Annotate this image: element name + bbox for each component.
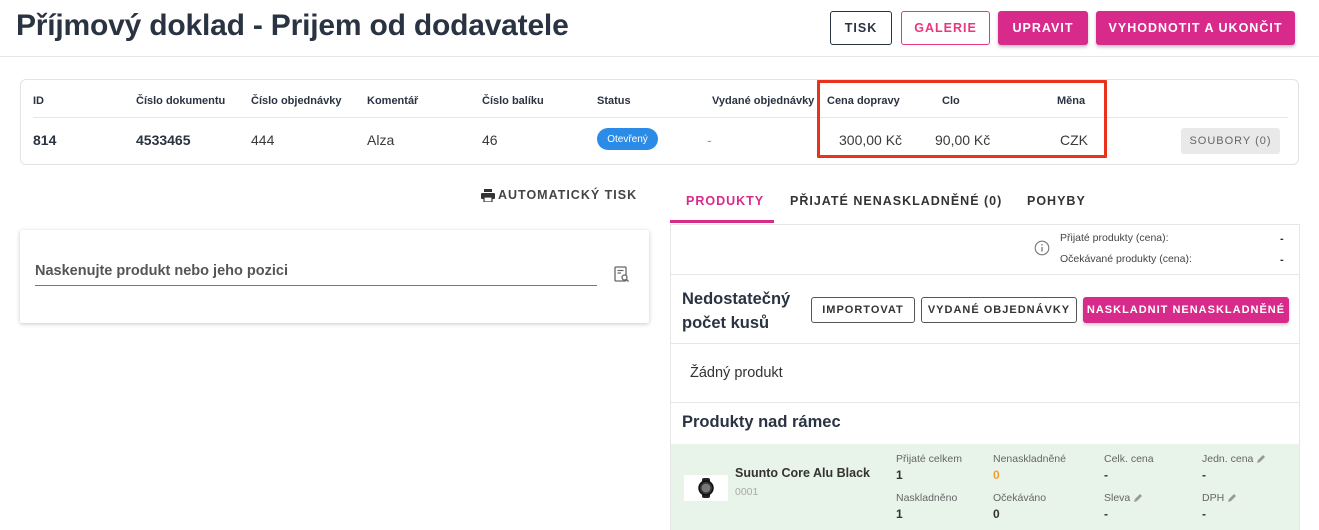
document-info-card: ID Číslo dokumentu Číslo objednávky Kome… bbox=[20, 79, 1299, 165]
tab-bar: PRODUKTY PŘIJATÉ NENASKLADNĚNÉ (0) POHYB… bbox=[670, 180, 1300, 224]
divider bbox=[671, 402, 1299, 403]
page-header: Příjmový doklad - Prijem od dodavatele T… bbox=[0, 0, 1319, 57]
scan-input[interactable] bbox=[35, 263, 597, 286]
tab-products[interactable]: PRODUKTY bbox=[686, 194, 764, 208]
expected-price-label: Očekávané produkty (cena): bbox=[1060, 253, 1192, 265]
product-row[interactable]: Suunto Core Alu Black 0001 Přijaté celke… bbox=[671, 444, 1299, 530]
active-tab-indicator bbox=[670, 220, 774, 223]
import-button[interactable]: IMPORTOVAT bbox=[811, 297, 915, 323]
field-unstocked-value: 0 bbox=[993, 468, 1000, 482]
product-name[interactable]: Suunto Core Alu Black bbox=[735, 466, 870, 480]
value-package-number: 46 bbox=[482, 132, 498, 148]
field-discount-label[interactable]: Sleva bbox=[1104, 492, 1143, 504]
tab-movements[interactable]: POHYBY bbox=[1027, 194, 1086, 208]
field-unit-price-value: - bbox=[1202, 468, 1206, 482]
info-icon[interactable] bbox=[1034, 240, 1050, 256]
pencil-icon[interactable] bbox=[1133, 493, 1143, 503]
gallery-button[interactable]: GALERIE bbox=[901, 11, 990, 45]
product-code: 0001 bbox=[735, 486, 759, 498]
value-order-number: 444 bbox=[251, 132, 275, 148]
scan-search-icon[interactable] bbox=[614, 266, 630, 283]
over-limit-section-title: Produkty nad rámec bbox=[682, 413, 841, 431]
received-price-label: Přijaté produkty (cena): bbox=[1060, 232, 1169, 244]
field-received-total-label: Přijaté celkem bbox=[896, 453, 962, 465]
field-total-price-label: Celk. cena bbox=[1104, 453, 1154, 465]
auto-print-label: AUTOMATICKÝ TISK bbox=[498, 188, 638, 202]
insufficient-section-title: Nedostatečný počet kusů bbox=[682, 290, 791, 332]
expected-price-value: - bbox=[1280, 254, 1284, 266]
col-header-package-number: Číslo balíku bbox=[482, 95, 544, 107]
scan-card bbox=[20, 230, 649, 323]
tab-received-unstocked[interactable]: PŘIJATÉ NENASKLADNĚNÉ (0) bbox=[790, 194, 1002, 208]
auto-print-button[interactable]: AUTOMATICKÝ TISK bbox=[481, 188, 637, 202]
stock-unstocked-button[interactable]: NASKLADNIT NENASKLADNĚNÉ bbox=[1083, 297, 1289, 323]
edit-button[interactable]: UPRAVIT bbox=[998, 11, 1088, 45]
field-vat-value: - bbox=[1202, 507, 1206, 521]
field-stocked-value: 1 bbox=[896, 507, 903, 521]
divider bbox=[671, 343, 1299, 344]
product-thumbnail bbox=[684, 475, 728, 501]
col-header-issued-orders: Vydané objednávky bbox=[712, 95, 815, 107]
empty-state-text: Žádný produkt bbox=[690, 365, 783, 381]
print-button[interactable]: TISK bbox=[830, 11, 892, 45]
files-button[interactable]: SOUBORY (0) bbox=[1181, 128, 1280, 154]
pencil-icon[interactable] bbox=[1227, 493, 1237, 503]
status-badge: Otevřený bbox=[597, 128, 658, 150]
highlight-annotation-box bbox=[817, 80, 1107, 158]
field-expected-label: Očekáváno bbox=[993, 492, 1047, 504]
divider bbox=[671, 274, 1299, 275]
received-price-value: - bbox=[1280, 233, 1284, 245]
printer-icon bbox=[481, 188, 495, 202]
field-unstocked-label: Nenaskladněné bbox=[993, 453, 1066, 465]
field-expected-value: 0 bbox=[993, 507, 1000, 521]
col-header-status: Status bbox=[597, 95, 631, 107]
field-received-total-value: 1 bbox=[896, 468, 903, 482]
field-stocked-label: Naskladněno bbox=[896, 492, 958, 504]
value-id: 814 bbox=[33, 132, 57, 148]
value-issued-orders: - bbox=[707, 132, 712, 148]
evaluate-and-finish-button[interactable]: VYHODNOTIT A UKONČIT bbox=[1096, 11, 1295, 45]
issued-orders-button[interactable]: VYDANÉ OBJEDNÁVKY bbox=[921, 297, 1077, 323]
field-total-price-value: - bbox=[1104, 468, 1108, 482]
col-header-id: ID bbox=[33, 95, 44, 107]
products-panel: Přijaté produkty (cena): - Očekávané pro… bbox=[670, 224, 1300, 530]
value-comment: Alza bbox=[367, 132, 395, 148]
field-vat-label[interactable]: DPH bbox=[1202, 492, 1237, 504]
field-unit-price-label[interactable]: Jedn. cena bbox=[1202, 453, 1266, 465]
field-discount-value: - bbox=[1104, 507, 1108, 521]
page-title: Příjmový doklad - Prijem od dodavatele bbox=[16, 9, 569, 42]
col-header-order-number: Číslo objednávky bbox=[251, 95, 342, 107]
col-header-document-number: Číslo dokumentu bbox=[136, 95, 226, 107]
pencil-icon[interactable] bbox=[1256, 454, 1266, 464]
value-document-number: 4533465 bbox=[136, 132, 191, 148]
watch-icon bbox=[698, 478, 714, 498]
col-header-comment: Komentář bbox=[367, 95, 419, 107]
